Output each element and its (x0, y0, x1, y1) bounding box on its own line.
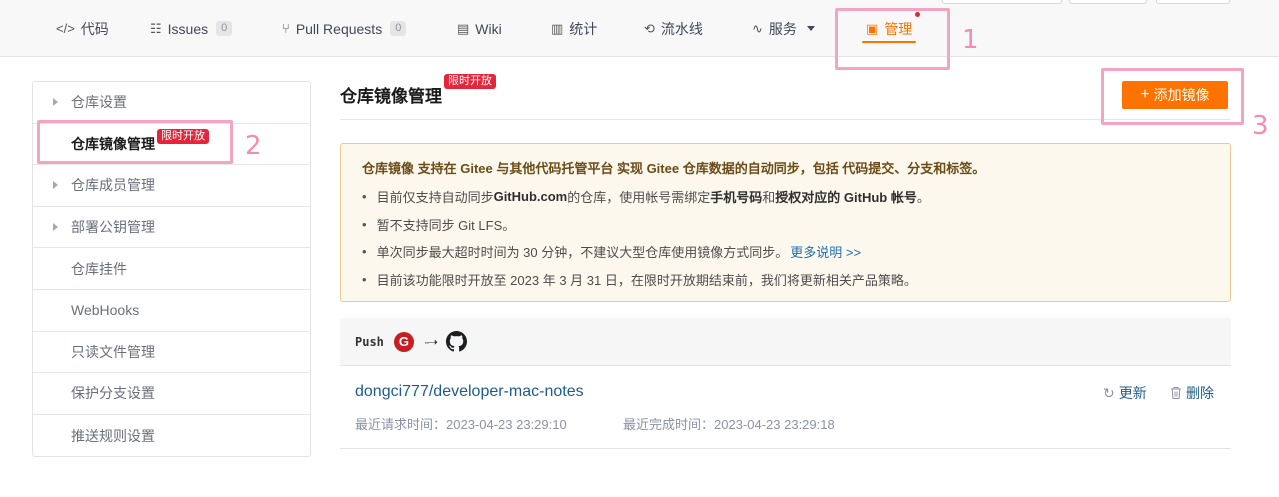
pipeline-icon: ⟲ (644, 20, 655, 36)
tab-code[interactable]: </> 代码 (56, 0, 109, 57)
annotation-number-2: 2 (245, 131, 262, 161)
notice-line: • 暂不支持同步 Git LFS。 (362, 211, 1230, 239)
annotation-box-3 (1101, 68, 1244, 125)
tab-label: 流水线 (660, 20, 703, 37)
sidebar-item-webhooks[interactable]: WebHooks (33, 290, 310, 332)
github-icon (445, 331, 467, 352)
sidebar-item-deploy-keys[interactable]: 部署公钥管理 (33, 207, 310, 249)
tab-pull-requests[interactable]: ⑂ Pull Requests 0 (282, 0, 407, 57)
sidebar-item-label: 只读文件管理 (71, 343, 155, 360)
sidebar-item-member-management[interactable]: 仓库成员管理 (33, 165, 310, 207)
notice-text: 目前仅支持自动同步 (376, 190, 494, 206)
tab-label: 统计 (569, 20, 598, 37)
update-mirror-button[interactable]: ↻ 更新 (1103, 383, 1147, 403)
page-title: 仓库镜像管理 限时开放 (340, 74, 496, 107)
last-complete-time: 最近完成时间：2023-04-23 23:29:18 (623, 417, 835, 432)
chevron-down-icon (806, 26, 815, 31)
stats-icon: ▥ (551, 20, 564, 36)
code-icon: </> (56, 21, 75, 36)
wiki-icon: ▤ (457, 20, 470, 36)
bullet: • (362, 189, 367, 205)
sidebar-item-label: 保护分支设置 (71, 385, 155, 402)
sidebar-item-push-rules[interactable]: 推送规则设置 (33, 415, 310, 457)
tab-services[interactable]: ∿ 服务 (752, 0, 815, 57)
expand-arrow-icon (53, 223, 58, 232)
annotation-box-2 (37, 120, 233, 164)
delete-label: 删除 (1186, 385, 1214, 401)
tab-label: Issues (167, 20, 209, 37)
tab-issues[interactable]: ☷ Issues 0 (150, 0, 233, 57)
tab-label: 代码 (80, 20, 109, 37)
mirror-list-item: dongci777/developer-mac-notes 最近请求时间：202… (340, 366, 1231, 449)
notice-line: • 单次同步最大超时时间为 30 分钟，不建议大型仓库使用镜像方式同步。 更多说… (362, 238, 1230, 266)
services-icon: ∿ (752, 20, 763, 36)
sidebar-item-label: 部署公钥管理 (71, 219, 155, 236)
bullet: • (362, 244, 367, 260)
header-control-stub (1156, 0, 1230, 4)
issues-icon: ☷ (150, 20, 162, 36)
annotation-number-1: 1 (962, 25, 979, 55)
push-label: Push (355, 334, 384, 349)
more-info-link[interactable]: 更多说明 >> (790, 242, 861, 261)
mirror-notice: 仓库镜像 支持在 Gitee 与其他代码托管平台 实现 Gitee 仓库数据的自… (340, 143, 1231, 302)
sidebar-item-label: 仓库成员管理 (71, 177, 155, 194)
notice-text: 和 (762, 190, 776, 206)
notice-text: 的仓库，使用帐号需绑定 (567, 190, 711, 206)
annotation-box-1 (835, 8, 950, 70)
sidebar-item-repo-settings[interactable]: 仓库设置 (33, 82, 310, 124)
issues-count-badge: 0 (216, 21, 233, 36)
title-limited-badge: 限时开放 (444, 74, 496, 89)
sidebar-item-readonly-files[interactable]: 只读文件管理 (33, 332, 310, 374)
refresh-icon: ↻ (1103, 384, 1115, 401)
tab-wiki[interactable]: ▤ Wiki (457, 0, 502, 57)
notice-strong: GitHub.com (493, 189, 568, 205)
tab-label: 服务 (768, 20, 797, 37)
notice-heading: 仓库镜像 支持在 Gitee 与其他代码托管平台 实现 Gitee 仓库数据的自… (362, 161, 986, 176)
notice-text: 暂不支持同步 Git LFS。 (376, 217, 516, 233)
pull-requests-count-badge: 0 (390, 21, 407, 36)
tab-label: Wiki (475, 20, 502, 37)
header-control-stub (942, 0, 1062, 4)
sidebar-item-label: 仓库挂件 (71, 260, 127, 277)
sidebar-item-label: 推送规则设置 (71, 427, 155, 444)
sidebar-item-label: 仓库设置 (71, 94, 127, 111)
notice-strong: 手机号码 (710, 190, 763, 206)
pull-request-icon: ⑂ (282, 21, 290, 36)
annotation-number-3: 3 (1252, 111, 1269, 141)
mirror-repo-link[interactable]: dongci777/developer-mac-notes (355, 383, 584, 401)
tab-stats[interactable]: ▥ 统计 (551, 0, 597, 57)
expand-arrow-icon (53, 181, 58, 190)
sidebar-item-widgets[interactable]: 仓库挂件 (33, 248, 310, 290)
sidebar-item-protected-branches[interactable]: 保护分支设置 (33, 373, 310, 415)
arrow-right-icon: ··➝ (423, 334, 438, 349)
expand-arrow-icon (53, 98, 58, 107)
notice-text: 单次同步最大超时时间为 30 分钟，不建议大型仓库使用镜像方式同步。 (376, 245, 789, 261)
header-control-stub (1069, 0, 1147, 4)
bullet: • (362, 216, 367, 232)
trash-icon (1171, 387, 1181, 399)
bullet: • (362, 271, 367, 287)
repo-tab-bar: </> 代码 ☷ Issues 0 ⑂ Pull Requests 0 ▤ Wi… (0, 0, 1279, 57)
page-title-text: 仓库镜像管理 (340, 87, 442, 106)
update-label: 更新 (1118, 385, 1147, 401)
push-mirror-header: Push G ··➝ (340, 318, 1231, 366)
notice-strong: 授权对应的 GitHub 帐号 (775, 190, 917, 206)
notice-text: 目前该功能限时开放至 2023 年 3 月 31 日，在限时开放期结束前，我们将… (376, 272, 917, 288)
title-divider (340, 119, 1231, 120)
notice-line: • 目前仅支持自动同步 GitHub.com 的仓库，使用帐号需绑定 手机号码 … (362, 183, 1230, 211)
tab-pipeline[interactable]: ⟲ 流水线 (644, 0, 703, 57)
delete-mirror-button[interactable]: 删除 (1170, 383, 1214, 403)
gitee-icon: G (393, 331, 414, 352)
notice-text: 。 (916, 190, 930, 206)
tab-label: Pull Requests (295, 20, 383, 37)
last-request-time: 最近请求时间：2023-04-23 23:29:10 (355, 417, 567, 432)
notice-line: • 目前该功能限时开放至 2023 年 3 月 31 日，在限时开放期结束前，我… (362, 266, 1230, 294)
sidebar-item-label: WebHooks (71, 302, 140, 319)
